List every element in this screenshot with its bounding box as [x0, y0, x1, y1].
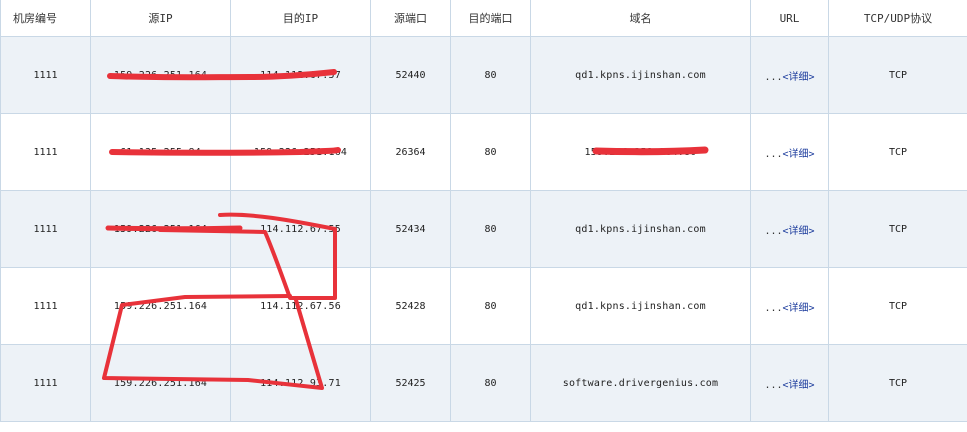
cell-protocol: TCP — [828, 36, 967, 114]
cell-domain: 159.226.251.164:80 — [530, 113, 751, 191]
cell-dst-ip: 114.112.67.55 — [230, 190, 371, 268]
cell-dst-port: 80 — [450, 190, 531, 268]
cell-room: 1111 — [0, 267, 91, 345]
cell-dst-port: 80 — [450, 36, 531, 114]
cell-domain: qd1.kpns.ijinshan.com — [530, 190, 751, 268]
column-header-room: 机房编号 — [0, 0, 91, 37]
cell-room: 1111 — [0, 113, 91, 191]
url-detail-link[interactable]: <详细> — [783, 149, 815, 160]
connection-log-table: 机房编号 源IP 目的IP 源端口 目的端口 域名 URL TCP/UDP协议 … — [0, 0, 967, 422]
cell-src-port: 52434 — [370, 190, 451, 268]
cell-room: 1111 — [0, 190, 91, 268]
url-detail-link[interactable]: <详细> — [783, 303, 815, 314]
cell-protocol: TCP — [828, 267, 967, 345]
cell-src-ip: 61.135.255.84 — [90, 113, 231, 191]
cell-dst-ip: 114.112.67.56 — [230, 267, 371, 345]
cell-domain: qd1.kpns.ijinshan.com — [530, 36, 751, 114]
cell-dst-ip: 114.112.93.71 — [230, 344, 371, 422]
url-detail-link[interactable]: <详细> — [783, 72, 815, 83]
cell-dst-ip: 159.226.251.164 — [230, 113, 371, 191]
column-header-src-port: 源端口 — [370, 0, 451, 37]
url-detail-link[interactable]: <详细> — [783, 226, 815, 237]
url-ellipsis: ... — [764, 225, 783, 237]
cell-domain: qd1.kpns.ijinshan.com — [530, 267, 751, 345]
cell-dst-port: 80 — [450, 267, 531, 345]
cell-src-port: 52440 — [370, 36, 451, 114]
column-header-src-ip: 源IP — [90, 0, 231, 37]
cell-url: ...<详细> — [750, 113, 829, 191]
cell-src-port: 26364 — [370, 113, 451, 191]
cell-src-ip: 159.226.251.164 — [90, 267, 231, 345]
cell-url: ...<详细> — [750, 36, 829, 114]
url-ellipsis: ... — [764, 71, 783, 83]
column-header-protocol: TCP/UDP协议 — [828, 0, 967, 37]
cell-room: 1111 — [0, 344, 91, 422]
cell-src-ip: 159.226.251.164 — [90, 190, 231, 268]
cell-room: 1111 — [0, 36, 91, 114]
cell-src-port: 52425 — [370, 344, 451, 422]
connection-log-view: 机房编号 源IP 目的IP 源端口 目的端口 域名 URL TCP/UDP协议 … — [0, 0, 967, 432]
cell-src-ip: 159.226.251.164 — [90, 36, 231, 114]
column-header-dst-port: 目的端口 — [450, 0, 531, 37]
cell-dst-port: 80 — [450, 113, 531, 191]
url-detail-link[interactable]: <详细> — [783, 380, 815, 391]
cell-url: ...<详细> — [750, 267, 829, 345]
url-ellipsis: ... — [764, 148, 783, 160]
column-header-dst-ip: 目的IP — [230, 0, 371, 37]
column-header-domain: 域名 — [530, 0, 751, 37]
cell-dst-port: 80 — [450, 344, 531, 422]
cell-url: ...<详细> — [750, 190, 829, 268]
url-ellipsis: ... — [764, 379, 783, 391]
cell-src-port: 52428 — [370, 267, 451, 345]
cell-domain: software.drivergenius.com — [530, 344, 751, 422]
cell-protocol: TCP — [828, 113, 967, 191]
cell-url: ...<详细> — [750, 344, 829, 422]
cell-protocol: TCP — [828, 190, 967, 268]
url-ellipsis: ... — [764, 302, 783, 314]
table-row: 1111 61.135.255.84 159.226.251.164 26364… — [0, 113, 967, 191]
table-row: 1111 159.226.251.164 114.112.67.57 52440… — [0, 36, 967, 114]
table-row: 1111 159.226.251.164 114.112.67.55 52434… — [0, 190, 967, 268]
table-row: 1111 159.226.251.164 114.112.67.56 52428… — [0, 267, 967, 345]
column-header-url: URL — [750, 0, 829, 37]
cell-src-ip: 159.226.251.164 — [90, 344, 231, 422]
table-header-row: 机房编号 源IP 目的IP 源端口 目的端口 域名 URL TCP/UDP协议 — [0, 0, 967, 37]
cell-dst-ip: 114.112.67.57 — [230, 36, 371, 114]
table-row: 1111 159.226.251.164 114.112.93.71 52425… — [0, 344, 967, 422]
cell-protocol: TCP — [828, 344, 967, 422]
